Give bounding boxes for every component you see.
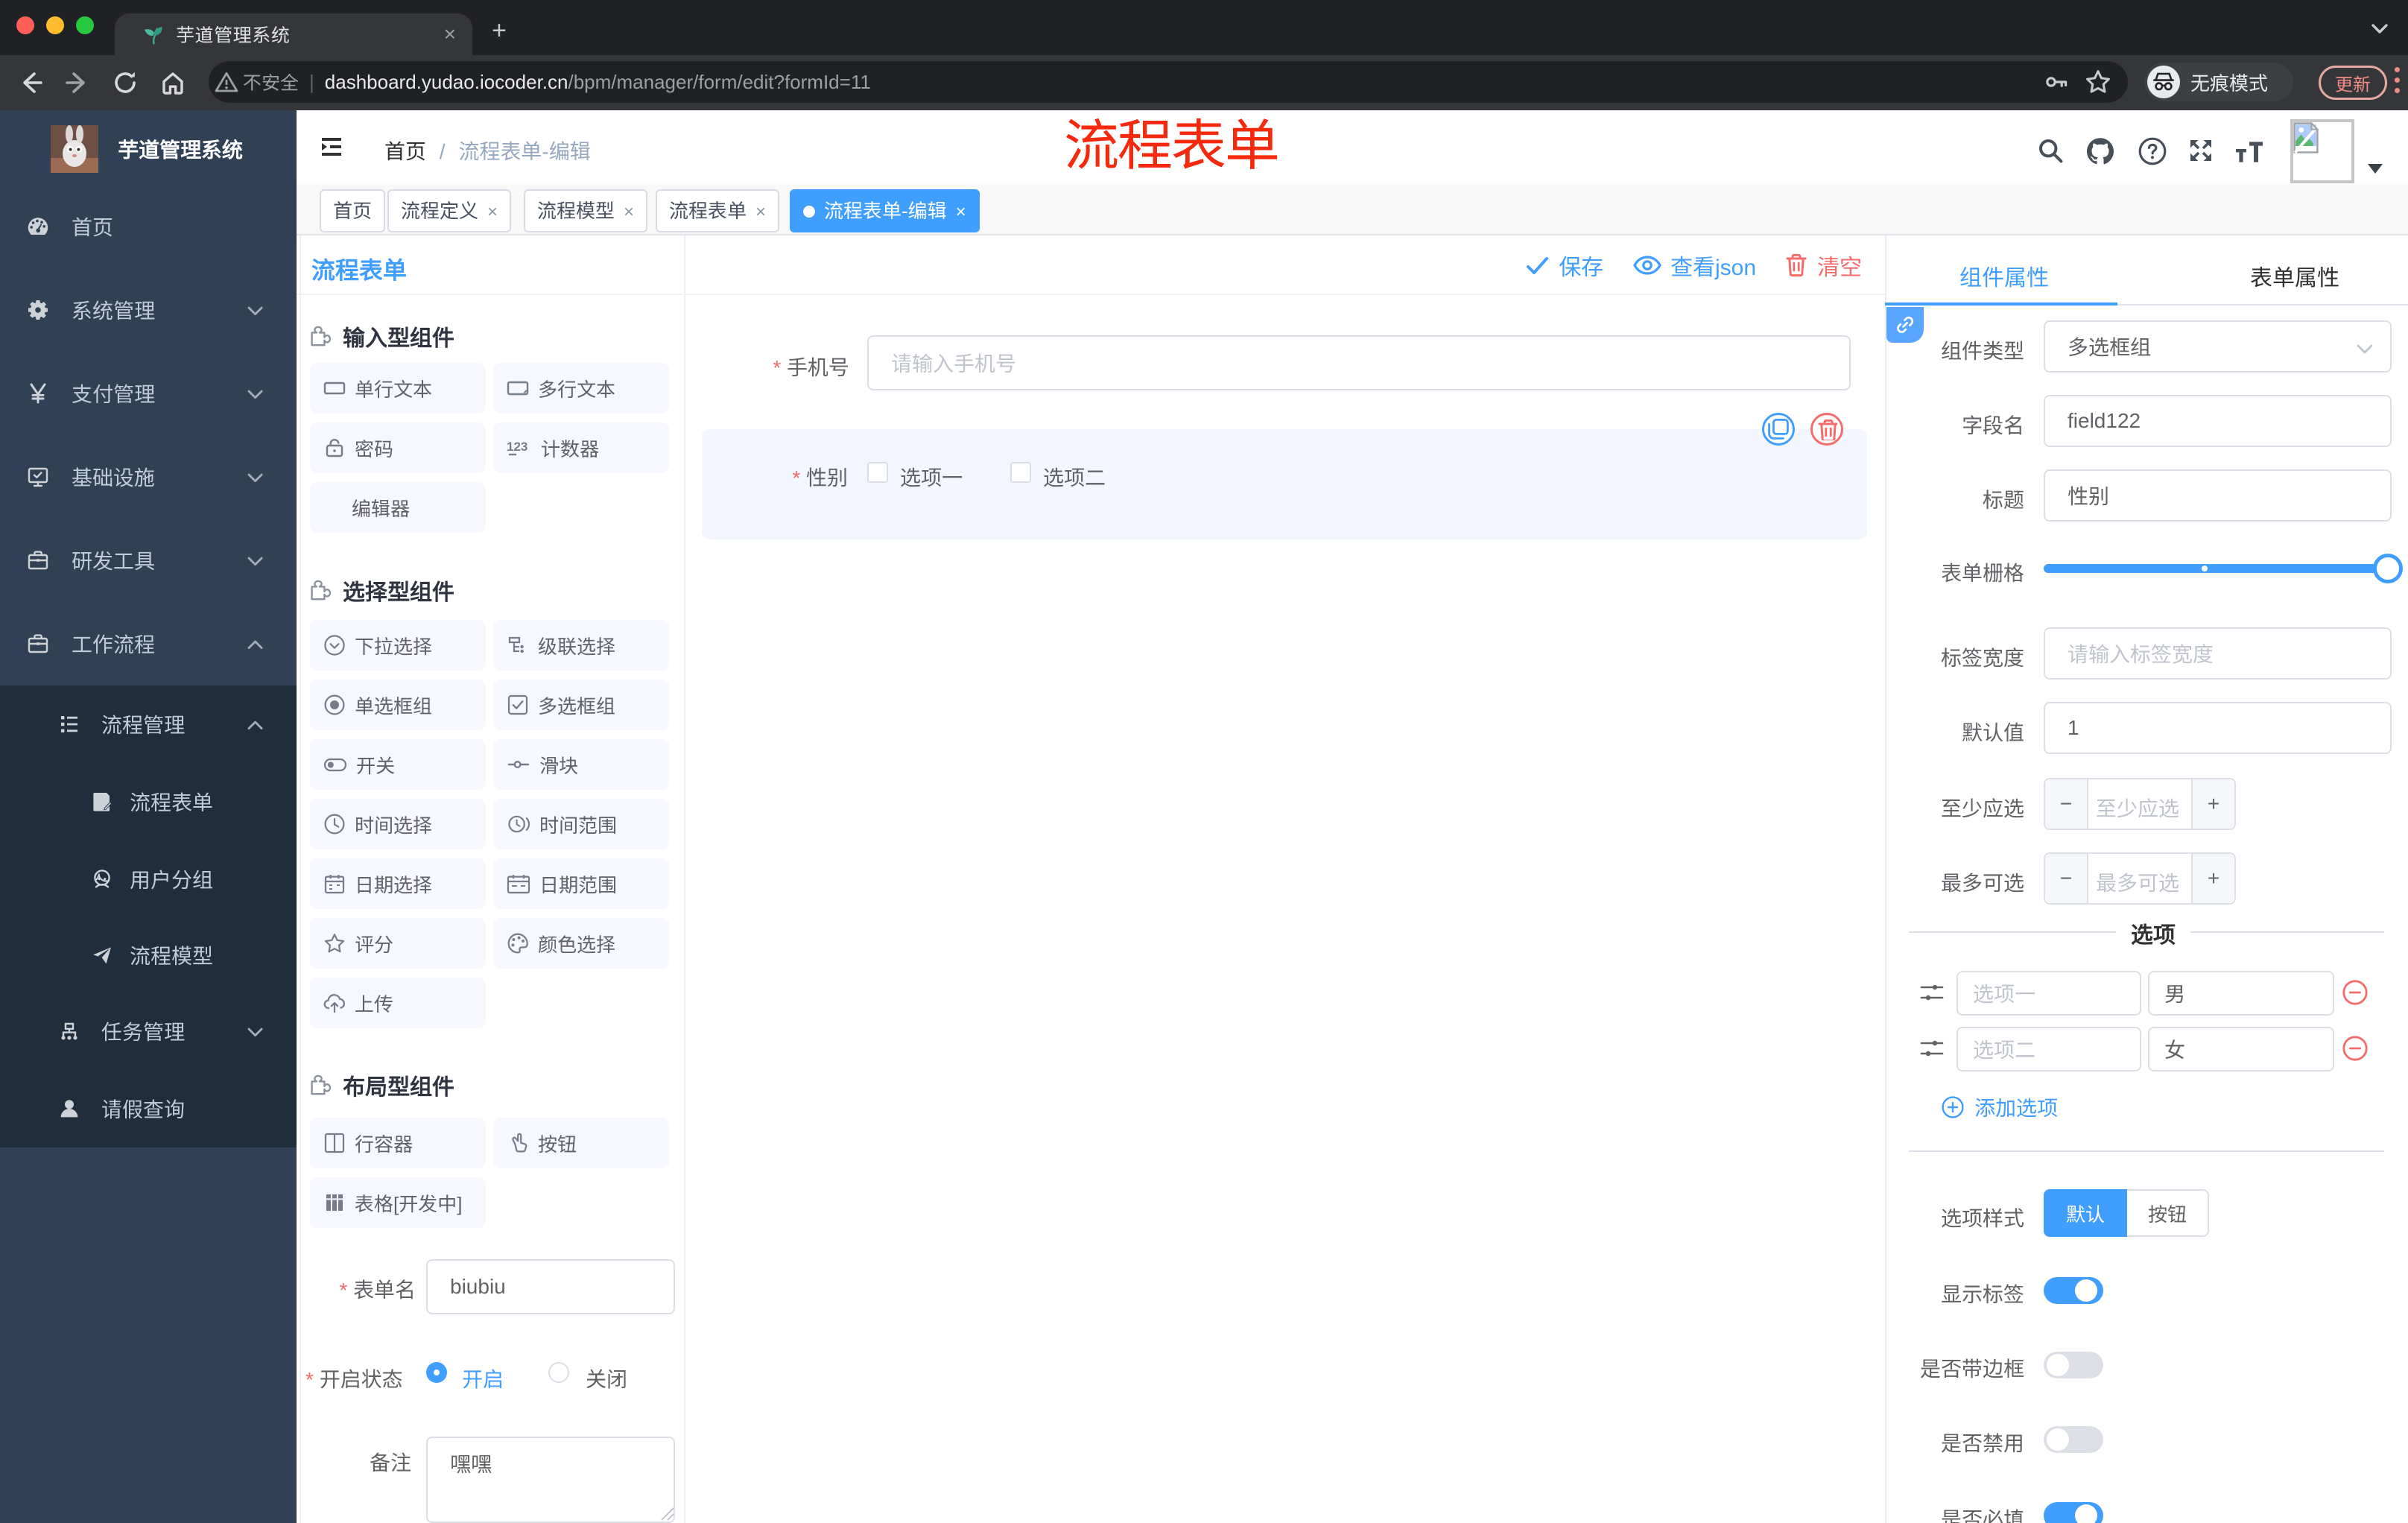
svg-text:123: 123: [507, 440, 527, 454]
